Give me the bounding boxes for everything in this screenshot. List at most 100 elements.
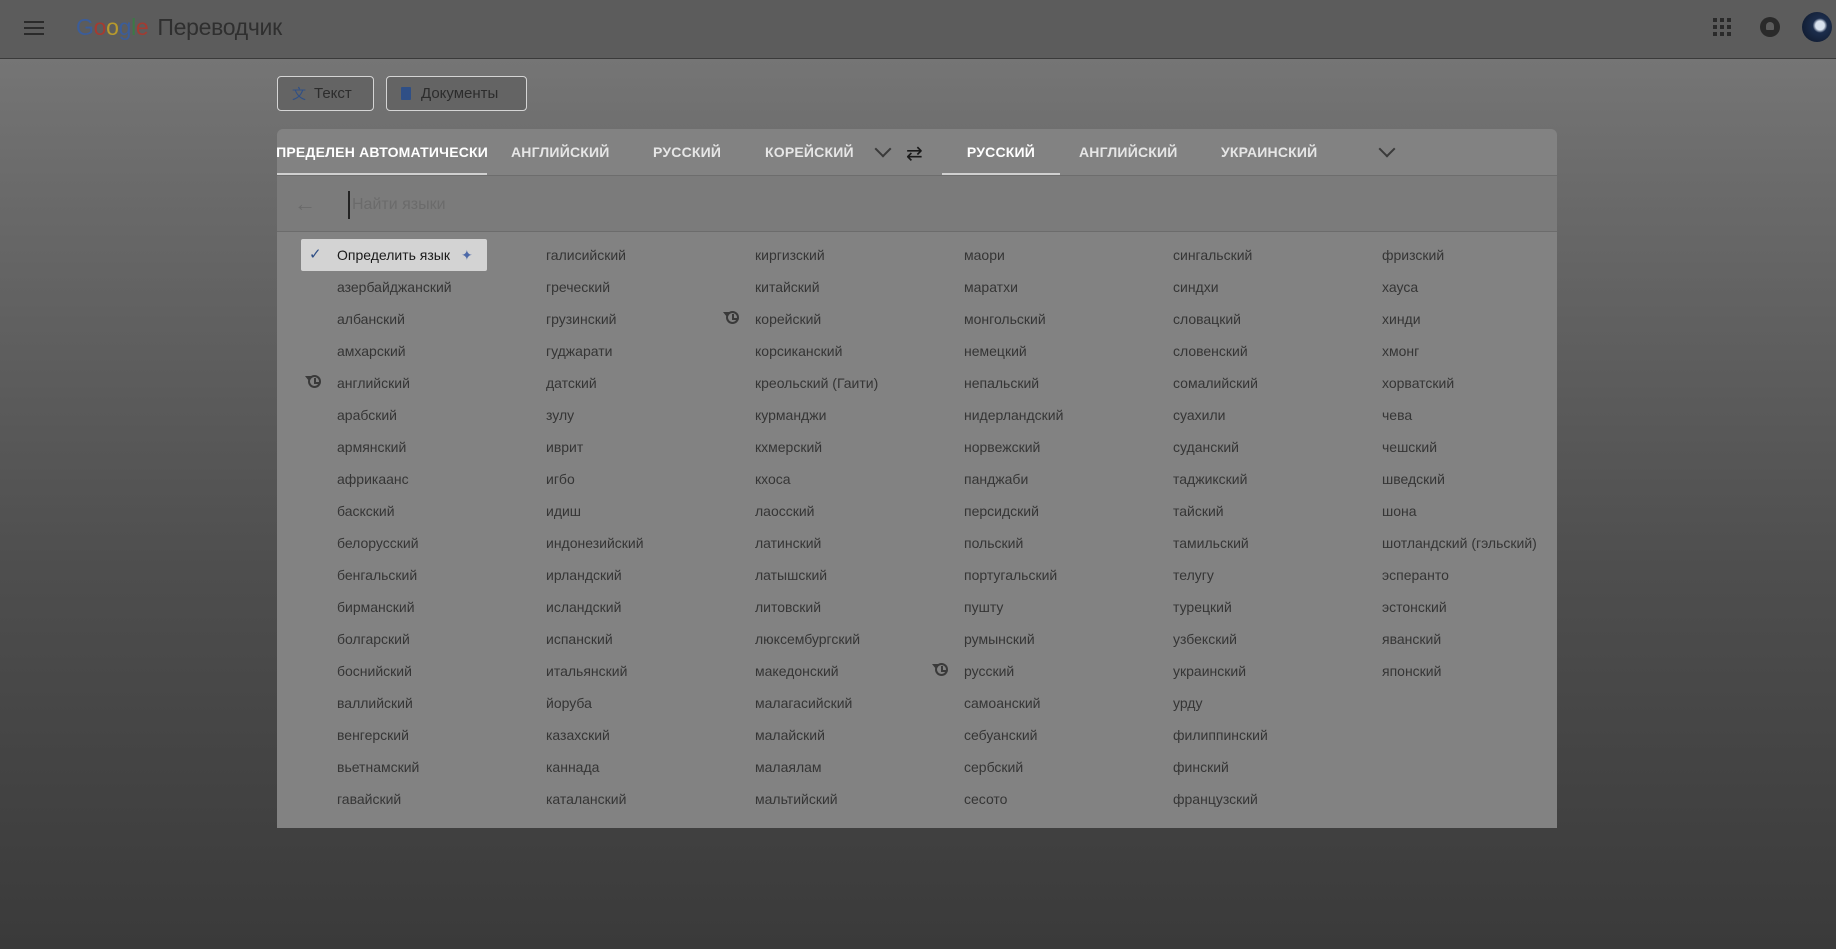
- language-item[interactable]: китайский: [695, 271, 904, 303]
- language-item[interactable]: баскский: [277, 495, 486, 527]
- language-item[interactable]: валлийский: [277, 687, 486, 719]
- language-item[interactable]: галисийский: [486, 239, 695, 271]
- language-item[interactable]: ✓ Определить язык ✦: [301, 239, 487, 271]
- language-item[interactable]: суахили: [1113, 399, 1322, 431]
- menu-icon[interactable]: [22, 16, 46, 40]
- language-item[interactable]: украинский: [1113, 655, 1322, 687]
- language-item[interactable]: венгерский: [277, 719, 486, 751]
- language-item[interactable]: эстонский: [1322, 591, 1557, 623]
- documents-mode-button[interactable]: Документы: [386, 76, 527, 111]
- language-item[interactable]: маори: [904, 239, 1113, 271]
- language-item[interactable]: польский: [904, 527, 1113, 559]
- source-tab-english[interactable]: АНГЛИЙСКИЙ: [511, 129, 610, 175]
- language-item[interactable]: боснийский: [277, 655, 486, 687]
- language-item[interactable]: каннада: [486, 751, 695, 783]
- language-item[interactable]: урду: [1113, 687, 1322, 719]
- language-item[interactable]: тамильский: [1113, 527, 1322, 559]
- language-item[interactable]: латышский: [695, 559, 904, 591]
- language-item[interactable]: латинский: [695, 527, 904, 559]
- language-item[interactable]: кхмерский: [695, 431, 904, 463]
- language-item[interactable]: непальский: [904, 367, 1113, 399]
- language-item[interactable]: исландский: [486, 591, 695, 623]
- language-item[interactable]: эсперанто: [1322, 559, 1557, 591]
- language-item[interactable]: кхоса: [695, 463, 904, 495]
- language-item[interactable]: немецкий: [904, 335, 1113, 367]
- language-item[interactable]: арабский: [277, 399, 486, 431]
- language-item[interactable]: амхарский: [277, 335, 486, 367]
- language-item[interactable]: телугу: [1113, 559, 1322, 591]
- language-item[interactable]: зулу: [486, 399, 695, 431]
- language-item[interactable]: себуанский: [904, 719, 1113, 751]
- language-item[interactable]: словацкий: [1113, 303, 1322, 335]
- language-item[interactable]: шона: [1322, 495, 1557, 527]
- source-tab-russian[interactable]: РУССКИЙ: [653, 129, 721, 175]
- notifications-icon[interactable]: [1760, 17, 1780, 37]
- language-item[interactable]: киргизский: [695, 239, 904, 271]
- language-item[interactable]: курманджи: [695, 399, 904, 431]
- language-item[interactable]: азербайджанский: [277, 271, 486, 303]
- language-item[interactable]: сесото: [904, 783, 1113, 815]
- language-item[interactable]: гуджарати: [486, 335, 695, 367]
- language-item[interactable]: хинди: [1322, 303, 1557, 335]
- language-item[interactable]: малаялам: [695, 751, 904, 783]
- language-item[interactable]: узбекский: [1113, 623, 1322, 655]
- target-tab-english[interactable]: АНГЛИЙСКИЙ: [1079, 129, 1178, 175]
- language-item[interactable]: каталанский: [486, 783, 695, 815]
- language-item[interactable]: сомалийский: [1113, 367, 1322, 399]
- language-item[interactable]: датский: [486, 367, 695, 399]
- target-tab-russian[interactable]: РУССКИЙ: [942, 129, 1060, 175]
- language-item[interactable]: филиппинский: [1113, 719, 1322, 751]
- language-item[interactable]: тайский: [1113, 495, 1322, 527]
- language-item[interactable]: синдхи: [1113, 271, 1322, 303]
- language-item[interactable]: йоруба: [486, 687, 695, 719]
- source-tab-korean[interactable]: КОРЕЙСКИЙ: [765, 129, 865, 175]
- language-item[interactable]: пушту: [904, 591, 1113, 623]
- language-item[interactable]: албанский: [277, 303, 486, 335]
- language-search-input[interactable]: [348, 191, 854, 219]
- language-item[interactable]: литовский: [695, 591, 904, 623]
- language-item[interactable]: болгарский: [277, 623, 486, 655]
- swap-languages-icon[interactable]: ⇄: [906, 141, 923, 166]
- target-tab-ukrainian[interactable]: УКРАИНСКИЙ: [1221, 129, 1317, 175]
- language-item[interactable]: монгольский: [904, 303, 1113, 335]
- language-item[interactable]: хорватский: [1322, 367, 1557, 399]
- language-item[interactable]: малагасийский: [695, 687, 904, 719]
- language-item[interactable]: греческий: [486, 271, 695, 303]
- language-item[interactable]: сербский: [904, 751, 1113, 783]
- language-item[interactable]: корсиканский: [695, 335, 904, 367]
- text-mode-button[interactable]: 文 Текст: [277, 76, 374, 111]
- language-item[interactable]: шведский: [1322, 463, 1557, 495]
- language-item[interactable]: игбо: [486, 463, 695, 495]
- language-item[interactable]: шотландский (гэльский): [1322, 527, 1557, 559]
- language-item[interactable]: бенгальский: [277, 559, 486, 591]
- language-item[interactable]: казахский: [486, 719, 695, 751]
- language-item[interactable]: лаосский: [695, 495, 904, 527]
- language-item[interactable]: мальтийский: [695, 783, 904, 815]
- language-item[interactable]: иврит: [486, 431, 695, 463]
- language-item[interactable]: словенский: [1113, 335, 1322, 367]
- language-item[interactable]: идиш: [486, 495, 695, 527]
- app-logo[interactable]: Google Переводчик: [76, 14, 282, 41]
- language-item[interactable]: хауса: [1322, 271, 1557, 303]
- language-item[interactable]: панджаби: [904, 463, 1113, 495]
- language-item[interactable]: японский: [1322, 655, 1557, 687]
- language-item[interactable]: люксембургский: [695, 623, 904, 655]
- language-item[interactable]: маратхи: [904, 271, 1113, 303]
- language-item[interactable]: норвежский: [904, 431, 1113, 463]
- language-item[interactable]: корейский: [695, 303, 904, 335]
- language-item[interactable]: турецкий: [1113, 591, 1322, 623]
- language-item[interactable]: африкаанс: [277, 463, 486, 495]
- language-item[interactable]: креольский (Гаити): [695, 367, 904, 399]
- language-item[interactable]: гавайский: [277, 783, 486, 815]
- language-item[interactable]: хмонг: [1322, 335, 1557, 367]
- target-more-chevron-icon[interactable]: [1378, 140, 1396, 158]
- language-item[interactable]: македонский: [695, 655, 904, 687]
- language-item[interactable]: персидский: [904, 495, 1113, 527]
- language-item[interactable]: бирманский: [277, 591, 486, 623]
- language-item[interactable]: французский: [1113, 783, 1322, 815]
- language-item[interactable]: чешский: [1322, 431, 1557, 463]
- language-item[interactable]: нидерландский: [904, 399, 1113, 431]
- language-item[interactable]: вьетнамский: [277, 751, 486, 783]
- language-item[interactable]: индонезийский: [486, 527, 695, 559]
- language-item[interactable]: малайский: [695, 719, 904, 751]
